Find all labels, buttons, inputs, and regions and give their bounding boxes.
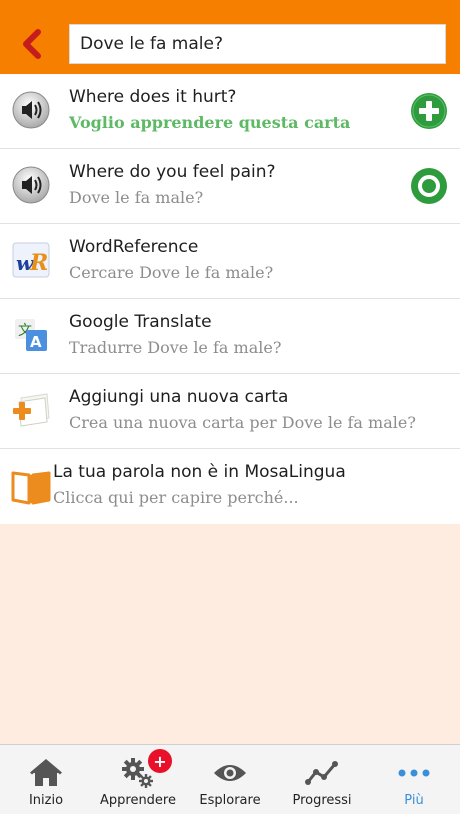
add-card-subtitle: Crea una nuova carta per Dove le fa male… bbox=[69, 413, 416, 432]
card-status-button[interactable] bbox=[410, 167, 448, 205]
chart-line-icon bbox=[305, 761, 338, 785]
list-item-not-found[interactable]: La tua parola non è in MosaLingua Clicca… bbox=[0, 449, 460, 524]
tab-label: Progressi bbox=[292, 793, 352, 808]
list-item-card-1[interactable]: Where does it hurt? Voglio apprendere qu… bbox=[0, 74, 460, 149]
google-translate-icon: 文 A bbox=[15, 319, 47, 351]
wordreference-logo: w R bbox=[11, 240, 51, 280]
speaker-button[interactable] bbox=[11, 90, 51, 130]
tab-esplorare[interactable]: Esplorare bbox=[184, 745, 276, 814]
tab-inizio[interactable]: Inizio bbox=[0, 745, 92, 814]
card-title: Where do you feel pain? bbox=[69, 162, 276, 182]
card-title: Where does it hurt? bbox=[69, 87, 237, 107]
google-translate-logo: 文 A bbox=[11, 315, 51, 355]
card-subtitle: Dove le fa male? bbox=[69, 188, 204, 207]
not-found-title: La tua parola non è in MosaLingua bbox=[53, 462, 346, 482]
service-title: Google Translate bbox=[69, 312, 212, 332]
result-list: Where does it hurt? Voglio apprendere qu… bbox=[0, 74, 460, 524]
service-subtitle: Tradurre Dove le fa male? bbox=[69, 338, 282, 357]
wordreference-logo-icon: w R bbox=[12, 242, 50, 278]
back-button[interactable] bbox=[14, 24, 50, 64]
target-circle-icon bbox=[411, 168, 447, 204]
search-input[interactable] bbox=[69, 24, 446, 64]
book-icon bbox=[11, 471, 51, 505]
tab-progressi[interactable]: Progressi bbox=[276, 745, 368, 814]
book-logo bbox=[11, 466, 51, 506]
learn-card-link[interactable]: Voglio apprendere questa carta bbox=[69, 113, 350, 132]
tab-label: Apprendere bbox=[99, 793, 176, 808]
add-card-title: Aggiungi una nuova carta bbox=[69, 387, 289, 407]
eye-icon bbox=[214, 765, 246, 781]
tab-label: Più bbox=[404, 793, 424, 808]
tab-apprendere[interactable]: + Apprendere bbox=[92, 745, 184, 814]
add-circle-icon bbox=[411, 93, 447, 129]
speaker-icon bbox=[12, 91, 50, 129]
service-subtitle: Cercare Dove le fa male? bbox=[69, 263, 274, 282]
home-icon bbox=[30, 759, 62, 786]
tab-piu[interactable]: Più bbox=[368, 745, 460, 814]
svg-text:R: R bbox=[29, 250, 48, 276]
svg-text:A: A bbox=[30, 333, 42, 351]
tab-bar: Inizio + Apprendere Esplorare Progressi … bbox=[0, 744, 460, 814]
add-card-button[interactable] bbox=[410, 92, 448, 130]
list-item-add-card[interactable]: Aggiungi una nuova carta Crea una nuova … bbox=[0, 374, 460, 449]
more-dots-icon bbox=[398, 769, 430, 777]
speaker-button[interactable] bbox=[11, 165, 51, 205]
service-title: WordReference bbox=[69, 237, 199, 257]
chevron-left-icon bbox=[23, 29, 41, 59]
not-found-subtitle: Clicca qui per capire perché... bbox=[53, 488, 299, 507]
tab-label: Inizio bbox=[28, 793, 64, 808]
speaker-icon bbox=[12, 166, 50, 204]
list-item-wordreference[interactable]: w R WordReference Cercare Dove le fa mal… bbox=[0, 224, 460, 299]
tab-label: Esplorare bbox=[199, 793, 261, 808]
list-item-card-2[interactable]: Where do you feel pain? Dove le fa male? bbox=[0, 149, 460, 224]
new-badge: + bbox=[148, 749, 172, 773]
add-card-logo bbox=[11, 390, 51, 430]
add-card-icon bbox=[13, 393, 50, 427]
top-bar bbox=[0, 0, 460, 74]
list-item-google-translate[interactable]: 文 A Google Translate Tradurre Dove le fa… bbox=[0, 299, 460, 374]
